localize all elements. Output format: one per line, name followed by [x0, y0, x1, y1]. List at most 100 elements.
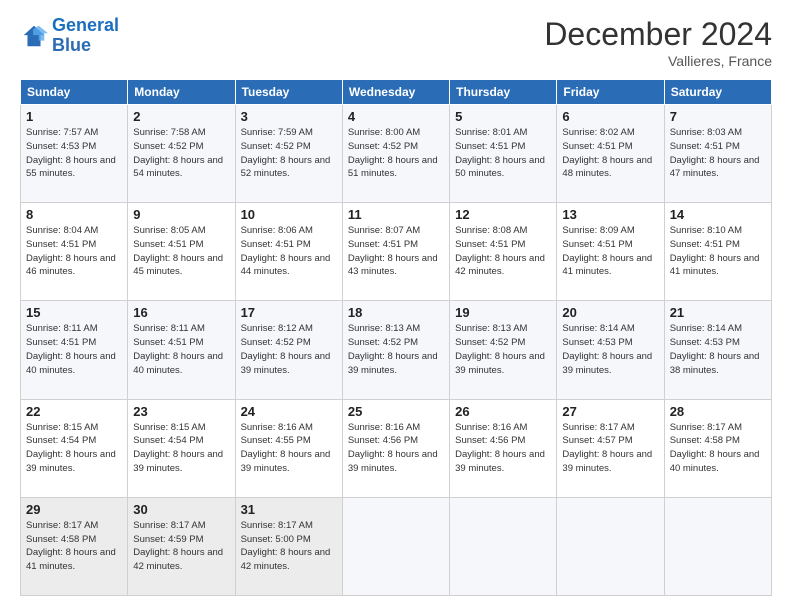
table-cell: 20 Sunrise: 8:14 AM Sunset: 4:53 PM Dayl…	[557, 301, 664, 399]
day-number: 13	[562, 207, 658, 222]
day-info: Sunrise: 7:57 AM Sunset: 4:53 PM Dayligh…	[26, 126, 122, 181]
day-info: Sunrise: 8:11 AM Sunset: 4:51 PM Dayligh…	[133, 322, 229, 377]
day-info: Sunrise: 8:03 AM Sunset: 4:51 PM Dayligh…	[670, 126, 766, 181]
day-number: 10	[241, 207, 337, 222]
logo: General Blue	[20, 16, 119, 56]
table-cell	[664, 497, 771, 595]
day-number: 8	[26, 207, 122, 222]
day-number: 27	[562, 404, 658, 419]
day-info: Sunrise: 8:08 AM Sunset: 4:51 PM Dayligh…	[455, 224, 551, 279]
table-cell: 13 Sunrise: 8:09 AM Sunset: 4:51 PM Dayl…	[557, 203, 664, 301]
table-cell: 29 Sunrise: 8:17 AM Sunset: 4:58 PM Dayl…	[21, 497, 128, 595]
col-wednesday: Wednesday	[342, 80, 449, 105]
table-cell: 28 Sunrise: 8:17 AM Sunset: 4:58 PM Dayl…	[664, 399, 771, 497]
day-info: Sunrise: 8:17 AM Sunset: 4:58 PM Dayligh…	[670, 421, 766, 476]
day-number: 29	[26, 502, 122, 517]
day-info: Sunrise: 8:16 AM Sunset: 4:56 PM Dayligh…	[455, 421, 551, 476]
day-number: 23	[133, 404, 229, 419]
day-number: 21	[670, 305, 766, 320]
week-row-2: 8 Sunrise: 8:04 AM Sunset: 4:51 PM Dayli…	[21, 203, 772, 301]
day-number: 12	[455, 207, 551, 222]
table-cell: 15 Sunrise: 8:11 AM Sunset: 4:51 PM Dayl…	[21, 301, 128, 399]
day-info: Sunrise: 8:16 AM Sunset: 4:56 PM Dayligh…	[348, 421, 444, 476]
table-cell	[557, 497, 664, 595]
table-cell: 1 Sunrise: 7:57 AM Sunset: 4:53 PM Dayli…	[21, 105, 128, 203]
day-info: Sunrise: 8:10 AM Sunset: 4:51 PM Dayligh…	[670, 224, 766, 279]
day-info: Sunrise: 8:00 AM Sunset: 4:52 PM Dayligh…	[348, 126, 444, 181]
day-info: Sunrise: 8:14 AM Sunset: 4:53 PM Dayligh…	[562, 322, 658, 377]
day-number: 26	[455, 404, 551, 419]
table-cell: 22 Sunrise: 8:15 AM Sunset: 4:54 PM Dayl…	[21, 399, 128, 497]
day-info: Sunrise: 8:12 AM Sunset: 4:52 PM Dayligh…	[241, 322, 337, 377]
day-info: Sunrise: 8:06 AM Sunset: 4:51 PM Dayligh…	[241, 224, 337, 279]
col-saturday: Saturday	[664, 80, 771, 105]
day-info: Sunrise: 8:13 AM Sunset: 4:52 PM Dayligh…	[348, 322, 444, 377]
day-info: Sunrise: 8:05 AM Sunset: 4:51 PM Dayligh…	[133, 224, 229, 279]
week-row-1: 1 Sunrise: 7:57 AM Sunset: 4:53 PM Dayli…	[21, 105, 772, 203]
day-number: 1	[26, 109, 122, 124]
table-cell: 3 Sunrise: 7:59 AM Sunset: 4:52 PM Dayli…	[235, 105, 342, 203]
day-info: Sunrise: 8:04 AM Sunset: 4:51 PM Dayligh…	[26, 224, 122, 279]
day-info: Sunrise: 8:01 AM Sunset: 4:51 PM Dayligh…	[455, 126, 551, 181]
table-cell: 31 Sunrise: 8:17 AM Sunset: 5:00 PM Dayl…	[235, 497, 342, 595]
day-info: Sunrise: 8:17 AM Sunset: 4:58 PM Dayligh…	[26, 519, 122, 574]
col-monday: Monday	[128, 80, 235, 105]
table-cell: 11 Sunrise: 8:07 AM Sunset: 4:51 PM Dayl…	[342, 203, 449, 301]
day-info: Sunrise: 8:17 AM Sunset: 4:59 PM Dayligh…	[133, 519, 229, 574]
day-number: 16	[133, 305, 229, 320]
logo-icon	[20, 22, 48, 50]
col-friday: Friday	[557, 80, 664, 105]
day-info: Sunrise: 8:15 AM Sunset: 4:54 PM Dayligh…	[26, 421, 122, 476]
page: General Blue December 2024 Vallieres, Fr…	[0, 0, 792, 612]
table-cell	[450, 497, 557, 595]
table-cell: 19 Sunrise: 8:13 AM Sunset: 4:52 PM Dayl…	[450, 301, 557, 399]
day-number: 28	[670, 404, 766, 419]
logo-text: General Blue	[52, 16, 119, 56]
day-number: 15	[26, 305, 122, 320]
table-cell: 30 Sunrise: 8:17 AM Sunset: 4:59 PM Dayl…	[128, 497, 235, 595]
title-block: December 2024 Vallieres, France	[544, 16, 772, 69]
table-cell: 12 Sunrise: 8:08 AM Sunset: 4:51 PM Dayl…	[450, 203, 557, 301]
day-number: 9	[133, 207, 229, 222]
day-number: 31	[241, 502, 337, 517]
table-cell: 2 Sunrise: 7:58 AM Sunset: 4:52 PM Dayli…	[128, 105, 235, 203]
day-info: Sunrise: 8:09 AM Sunset: 4:51 PM Dayligh…	[562, 224, 658, 279]
week-row-4: 22 Sunrise: 8:15 AM Sunset: 4:54 PM Dayl…	[21, 399, 772, 497]
table-cell: 9 Sunrise: 8:05 AM Sunset: 4:51 PM Dayli…	[128, 203, 235, 301]
calendar-table: Sunday Monday Tuesday Wednesday Thursday…	[20, 79, 772, 596]
day-info: Sunrise: 8:17 AM Sunset: 5:00 PM Dayligh…	[241, 519, 337, 574]
day-number: 30	[133, 502, 229, 517]
day-number: 14	[670, 207, 766, 222]
table-cell: 27 Sunrise: 8:17 AM Sunset: 4:57 PM Dayl…	[557, 399, 664, 497]
month-title: December 2024	[544, 16, 772, 53]
day-number: 2	[133, 109, 229, 124]
day-info: Sunrise: 8:11 AM Sunset: 4:51 PM Dayligh…	[26, 322, 122, 377]
day-number: 24	[241, 404, 337, 419]
day-number: 11	[348, 207, 444, 222]
location: Vallieres, France	[544, 53, 772, 69]
day-info: Sunrise: 8:13 AM Sunset: 4:52 PM Dayligh…	[455, 322, 551, 377]
day-number: 19	[455, 305, 551, 320]
day-info: Sunrise: 8:17 AM Sunset: 4:57 PM Dayligh…	[562, 421, 658, 476]
header: General Blue December 2024 Vallieres, Fr…	[20, 16, 772, 69]
col-thursday: Thursday	[450, 80, 557, 105]
table-cell: 4 Sunrise: 8:00 AM Sunset: 4:52 PM Dayli…	[342, 105, 449, 203]
table-cell	[342, 497, 449, 595]
day-info: Sunrise: 8:15 AM Sunset: 4:54 PM Dayligh…	[133, 421, 229, 476]
weekday-header-row: Sunday Monday Tuesday Wednesday Thursday…	[21, 80, 772, 105]
day-info: Sunrise: 8:02 AM Sunset: 4:51 PM Dayligh…	[562, 126, 658, 181]
table-cell: 21 Sunrise: 8:14 AM Sunset: 4:53 PM Dayl…	[664, 301, 771, 399]
day-info: Sunrise: 8:16 AM Sunset: 4:55 PM Dayligh…	[241, 421, 337, 476]
table-cell: 5 Sunrise: 8:01 AM Sunset: 4:51 PM Dayli…	[450, 105, 557, 203]
week-row-3: 15 Sunrise: 8:11 AM Sunset: 4:51 PM Dayl…	[21, 301, 772, 399]
day-number: 17	[241, 305, 337, 320]
table-cell: 24 Sunrise: 8:16 AM Sunset: 4:55 PM Dayl…	[235, 399, 342, 497]
week-row-5: 29 Sunrise: 8:17 AM Sunset: 4:58 PM Dayl…	[21, 497, 772, 595]
day-info: Sunrise: 7:58 AM Sunset: 4:52 PM Dayligh…	[133, 126, 229, 181]
table-cell: 26 Sunrise: 8:16 AM Sunset: 4:56 PM Dayl…	[450, 399, 557, 497]
day-number: 7	[670, 109, 766, 124]
day-number: 5	[455, 109, 551, 124]
day-number: 3	[241, 109, 337, 124]
table-cell: 14 Sunrise: 8:10 AM Sunset: 4:51 PM Dayl…	[664, 203, 771, 301]
table-cell: 18 Sunrise: 8:13 AM Sunset: 4:52 PM Dayl…	[342, 301, 449, 399]
